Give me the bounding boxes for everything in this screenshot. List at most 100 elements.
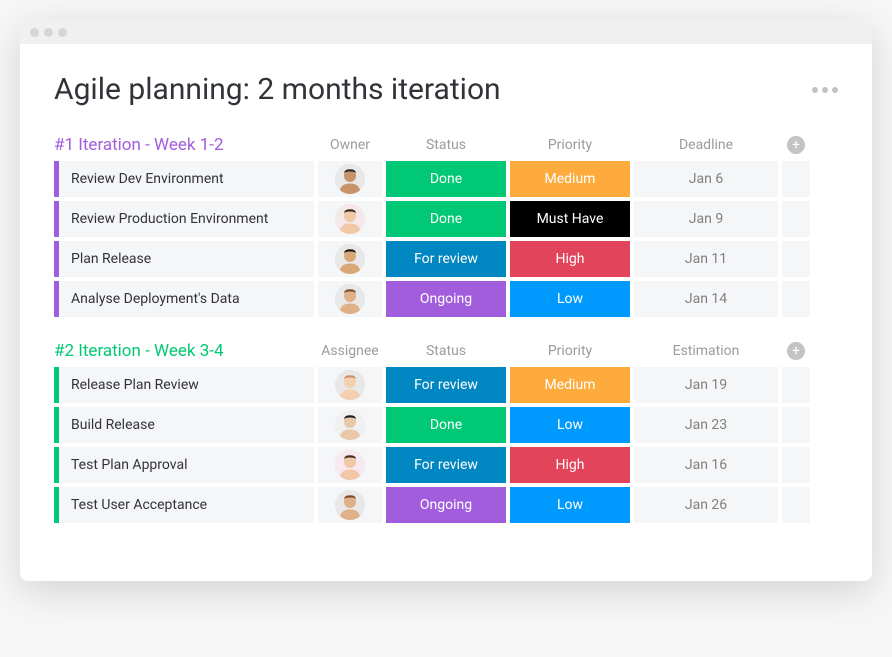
priority-cell[interactable]: High [510,447,630,483]
status-label: Ongoing [420,291,472,307]
row-end-cell [782,447,810,483]
owner-cell[interactable] [318,487,382,523]
row-end-cell [782,201,810,237]
owner-cell[interactable] [318,281,382,317]
date-cell[interactable]: Jan 16 [634,447,778,483]
avatar [335,490,365,520]
status-label: Done [430,211,462,227]
avatar [335,244,365,274]
column-header[interactable]: Priority [510,343,630,359]
column-header[interactable]: Priority [510,137,630,153]
owner-cell[interactable] [318,241,382,277]
window-titlebar [20,20,872,44]
date-label: Jan 11 [685,251,727,267]
task-cell[interactable]: Release Plan Review [54,367,314,403]
date-cell[interactable]: Jan 11 [634,241,778,277]
column-header[interactable]: Assignee [318,343,382,359]
task-name: Plan Release [71,251,151,267]
row-end-cell [782,367,810,403]
owner-cell[interactable] [318,367,382,403]
status-cell[interactable]: For review [386,367,506,403]
date-cell[interactable]: Jan 19 [634,367,778,403]
task-cell[interactable]: Plan Release [54,241,314,277]
group-accent [54,487,59,523]
row-end-cell [782,407,810,443]
group-title[interactable]: #1 Iteration - Week 1-2 [54,135,314,155]
group-accent [54,281,59,317]
date-label: Jan 9 [689,211,723,227]
group-accent [54,407,59,443]
column-header[interactable]: Status [386,343,506,359]
date-cell[interactable]: Jan 23 [634,407,778,443]
status-cell[interactable]: Done [386,161,506,197]
priority-cell[interactable]: High [510,241,630,277]
status-cell[interactable]: Ongoing [386,487,506,523]
avatar [335,204,365,234]
task-name: Review Dev Environment [71,171,224,187]
column-header[interactable]: Status [386,137,506,153]
status-label: Done [430,417,462,433]
status-label: Done [430,171,462,187]
status-cell[interactable]: For review [386,447,506,483]
owner-cell[interactable] [318,201,382,237]
date-cell[interactable]: Jan 26 [634,487,778,523]
priority-cell[interactable]: Medium [510,161,630,197]
priority-label: Low [557,417,583,433]
group: #1 Iteration - Week 1-2OwnerStatusPriori… [54,135,838,317]
group-header: #2 Iteration - Week 3-4AssigneeStatusPri… [54,341,838,361]
date-cell[interactable]: Jan 6 [634,161,778,197]
date-label: Jan 14 [685,291,727,307]
group-accent [54,161,59,197]
task-cell[interactable]: Build Release [54,407,314,443]
group-title[interactable]: #2 Iteration - Week 3-4 [54,341,314,361]
task-name: Test Plan Approval [71,457,187,473]
group: #2 Iteration - Week 3-4AssigneeStatusPri… [54,341,838,523]
traffic-close-icon[interactable] [30,28,39,37]
task-cell[interactable]: Review Production Environment [54,201,314,237]
column-header[interactable]: Deadline [634,137,778,153]
traffic-minimize-icon[interactable] [44,28,53,37]
status-cell[interactable]: Done [386,201,506,237]
group-accent [54,241,59,277]
owner-cell[interactable] [318,161,382,197]
priority-label: Low [557,497,583,513]
page-title: Agile planning: 2 months iteration [54,72,501,107]
task-cell[interactable]: Test Plan Approval [54,447,314,483]
more-options-icon[interactable] [812,87,838,93]
status-cell[interactable]: Ongoing [386,281,506,317]
priority-cell[interactable]: Must Have [510,201,630,237]
priority-cell[interactable]: Low [510,487,630,523]
board-content: Agile planning: 2 months iteration #1 It… [20,44,872,581]
priority-cell[interactable]: Low [510,407,630,443]
status-label: For review [414,377,478,393]
owner-cell[interactable] [318,407,382,443]
task-name: Analyse Deployment's Data [71,291,240,307]
board-header: Agile planning: 2 months iteration [54,72,838,107]
priority-cell[interactable]: Low [510,281,630,317]
date-label: Jan 19 [685,377,727,393]
task-cell[interactable]: Review Dev Environment [54,161,314,197]
owner-cell[interactable] [318,447,382,483]
date-cell[interactable]: Jan 9 [634,201,778,237]
add-column-icon[interactable]: + [787,342,805,360]
task-cell[interactable]: Analyse Deployment's Data [54,281,314,317]
task-cell[interactable]: Test User Acceptance [54,487,314,523]
table-row: Test User Acceptance Ongoing Low Jan 26 [54,487,838,523]
date-label: Jan 23 [685,417,727,433]
priority-cell[interactable]: Medium [510,367,630,403]
add-column-icon[interactable]: + [787,136,805,154]
row-end-cell [782,281,810,317]
date-cell[interactable]: Jan 14 [634,281,778,317]
column-header[interactable]: Estimation [634,343,778,359]
priority-label: High [556,251,585,267]
table-row: Release Plan Review For review Medium Jan … [54,367,838,403]
priority-label: Low [557,291,583,307]
status-label: For review [414,251,478,267]
traffic-zoom-icon[interactable] [58,28,67,37]
table-row: Plan Release For review High Jan 11 [54,241,838,277]
row-end-cell [782,487,810,523]
column-header[interactable]: Owner [318,137,382,153]
group-header: #1 Iteration - Week 1-2OwnerStatusPriori… [54,135,838,155]
status-cell[interactable]: For review [386,241,506,277]
status-cell[interactable]: Done [386,407,506,443]
